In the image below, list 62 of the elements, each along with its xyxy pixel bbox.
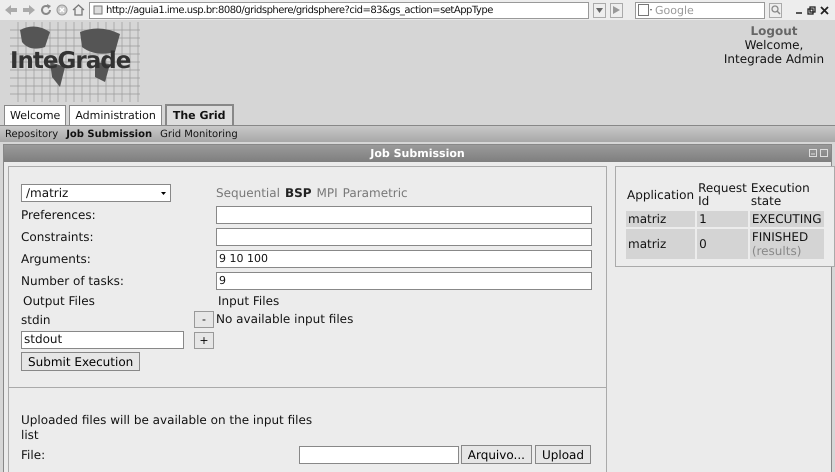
output-file-name: stdin: [21, 312, 51, 326]
address-field[interactable]: http://aguia1.ime.usp.br:8080/gridsphere/gridsphere?cid=83&gs_action=setAppType: [89, 2, 589, 18]
stop-icon[interactable]: [56, 4, 68, 16]
logout-link[interactable]: Logout: [750, 24, 798, 38]
subnav-link[interactable]: Grid Monitoring: [160, 128, 238, 140]
output-files-heading: Output Files: [22, 294, 96, 308]
job-type-link[interactable]: Sequential: [216, 186, 280, 200]
input-field[interactable]: [216, 228, 592, 246]
file-field[interactable]: [299, 446, 459, 464]
table-cell: matriz: [626, 229, 696, 259]
submit-button[interactable]: Submit Execution: [21, 352, 140, 371]
search-icon: [770, 5, 780, 15]
go-button[interactable]: [610, 2, 623, 18]
subnav-link[interactable]: Repository: [5, 128, 58, 140]
application-select[interactable]: /matriz: [21, 184, 171, 202]
input-field[interactable]: [216, 206, 592, 224]
forward-icon[interactable]: [22, 4, 36, 16]
remove-button[interactable]: -: [194, 311, 214, 328]
close-icon[interactable]: [820, 6, 829, 14]
state-text: EXECUTING: [752, 212, 822, 226]
page-icon: [93, 5, 103, 15]
tab[interactable]: The Grid: [164, 104, 234, 125]
column-header: Application: [626, 186, 696, 204]
dropdown-button[interactable]: [593, 2, 606, 18]
search-engine-icon: [638, 4, 652, 16]
search-button[interactable]: [769, 2, 782, 18]
field-label: Preferences:: [21, 208, 97, 222]
maximize-icon[interactable]: [820, 149, 828, 157]
home-icon[interactable]: [72, 4, 85, 16]
job-type-link[interactable]: MPI: [316, 186, 338, 200]
add-button[interactable]: +: [194, 332, 214, 348]
welcome-text: Welcome, Integrade Admin: [722, 38, 826, 66]
table-cell: matriz: [626, 211, 696, 227]
column-header: Execution state: [750, 181, 811, 209]
upload-note: Uploaded files will be available on the input files list: [21, 413, 314, 443]
file-label: File:: [21, 448, 46, 462]
input-field[interactable]: 9 10 100: [216, 250, 592, 268]
back-icon[interactable]: [4, 4, 18, 16]
table-cell: 1: [697, 211, 748, 227]
subnav-link[interactable]: Job Submission: [66, 128, 152, 140]
output-file-field[interactable]: stdout: [21, 331, 184, 349]
field-label: Number of tasks:: [21, 274, 125, 288]
field-label: Arguments:: [21, 252, 92, 266]
state-text: FINISHED: [752, 230, 810, 244]
empty-message: No available input files: [216, 312, 354, 326]
job-type-link[interactable]: Parametric: [342, 186, 408, 200]
panel-title: Job Submission: [370, 147, 465, 160]
browse-button[interactable]: Arquivo...: [460, 445, 532, 464]
column-header: Request Id: [697, 181, 748, 209]
input-files-heading: Input Files: [217, 294, 280, 308]
tab[interactable]: Administration: [69, 105, 162, 125]
caret-icon: [161, 189, 166, 197]
caret-icon: [596, 8, 603, 12]
restore-icon[interactable]: [807, 6, 816, 14]
input-field[interactable]: 9: [216, 272, 592, 290]
job-type-link[interactable]: BSP: [284, 186, 312, 200]
play-icon: [613, 6, 620, 14]
table-cell: 0: [697, 229, 748, 259]
reload-icon[interactable]: [40, 4, 52, 16]
field-label: Constraints:: [21, 230, 95, 244]
tab[interactable]: Welcome: [4, 105, 66, 125]
upload-button[interactable]: Upload: [534, 445, 591, 464]
